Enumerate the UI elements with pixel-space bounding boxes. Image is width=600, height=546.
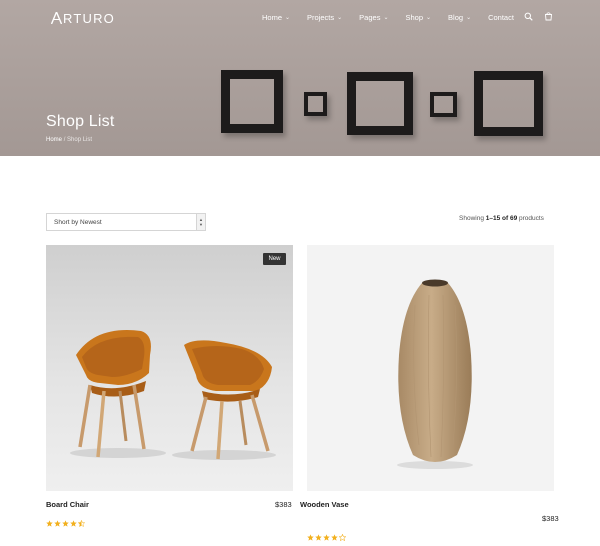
product-image-wooden-vase[interactable] — [307, 245, 554, 491]
star-full-icon — [70, 514, 77, 532]
nav-item-pages[interactable]: Pages ⌄ — [359, 13, 388, 22]
nav-label: Pages — [359, 13, 381, 22]
breadcrumb: Home / Shop List — [46, 137, 92, 143]
breadcrumb-home-link[interactable]: Home — [46, 137, 62, 143]
wall-frame-decor — [221, 70, 283, 133]
product-name[interactable]: Board Chair — [46, 500, 89, 509]
header-icons — [524, 12, 553, 21]
product-image-board-chair[interactable] — [46, 245, 293, 491]
breadcrumb-separator: / — [63, 137, 66, 143]
star-full-icon — [307, 528, 314, 546]
star-full-icon — [46, 514, 53, 532]
breadcrumb-current: Shop List — [67, 137, 93, 143]
results-count: Showing 1–15 of 69 products — [459, 215, 544, 222]
star-full-icon — [54, 514, 61, 532]
site-logo[interactable]: RTURO — [50, 10, 115, 26]
results-count-suffix: products — [517, 215, 544, 222]
product-name[interactable]: Wooden Vase — [300, 500, 349, 509]
wall-frame-decor — [347, 72, 413, 135]
search-icon[interactable] — [524, 12, 533, 21]
chevron-down-icon: ⌄ — [337, 15, 343, 21]
star-full-icon — [62, 514, 69, 532]
nav-label: Contact — [488, 13, 514, 22]
star-full-icon — [331, 528, 338, 546]
vase-illustration — [397, 279, 473, 469]
wall-frame-decor — [304, 92, 327, 116]
nav-item-projects[interactable]: Projects ⌄ — [307, 13, 342, 22]
star-full-icon — [315, 528, 322, 546]
product-rating — [307, 528, 347, 546]
results-count-range: 1–15 of 69 — [485, 215, 518, 222]
nav-label: Projects — [307, 13, 335, 22]
nav-label: Shop — [405, 13, 424, 22]
chevron-down-icon: ⌄ — [426, 15, 432, 21]
product-price: $383 — [542, 514, 559, 523]
chevron-down-icon: ⌄ — [285, 15, 291, 21]
star-half-icon — [77, 514, 86, 532]
new-badge: New — [263, 253, 286, 265]
page-header-banner: RTURO Home ⌄ Projects ⌄ Pages ⌄ Shop ⌄ Blog ⌄… — [0, 0, 600, 156]
logo-a-icon — [50, 10, 63, 25]
main-nav: Home ⌄ Projects ⌄ Pages ⌄ Shop ⌄ Blog ⌄ Conta… — [262, 13, 531, 22]
results-count-prefix: Showing — [459, 215, 486, 222]
nav-label: Home — [262, 13, 283, 22]
product-rating — [46, 514, 86, 532]
cart-icon[interactable] — [544, 12, 553, 21]
product-price: $383 — [275, 500, 292, 509]
chair-illustration — [70, 330, 276, 460]
logo-text: RTURO — [63, 10, 115, 26]
page-title: Shop List — [46, 113, 115, 130]
wall-frame-decor — [474, 71, 543, 136]
wall-frame-decor — [430, 92, 457, 117]
select-arrows-icon: ▲ ▼ — [196, 214, 205, 230]
chevron-down-icon: ⌄ — [383, 15, 389, 21]
nav-item-home[interactable]: Home ⌄ — [262, 13, 290, 22]
nav-item-blog[interactable]: Blog ⌄ — [448, 13, 471, 22]
star-full-icon — [323, 528, 330, 546]
sort-select-value: Short by Newest — [54, 218, 102, 226]
sort-select[interactable]: Short by Newest ▲ ▼ — [46, 213, 206, 231]
nav-label: Blog — [448, 13, 464, 22]
star-empty-icon — [338, 528, 347, 546]
nav-item-contact[interactable]: Contact — [488, 13, 514, 22]
chevron-down-icon: ⌄ — [466, 15, 472, 21]
nav-item-shop[interactable]: Shop ⌄ — [405, 13, 431, 22]
